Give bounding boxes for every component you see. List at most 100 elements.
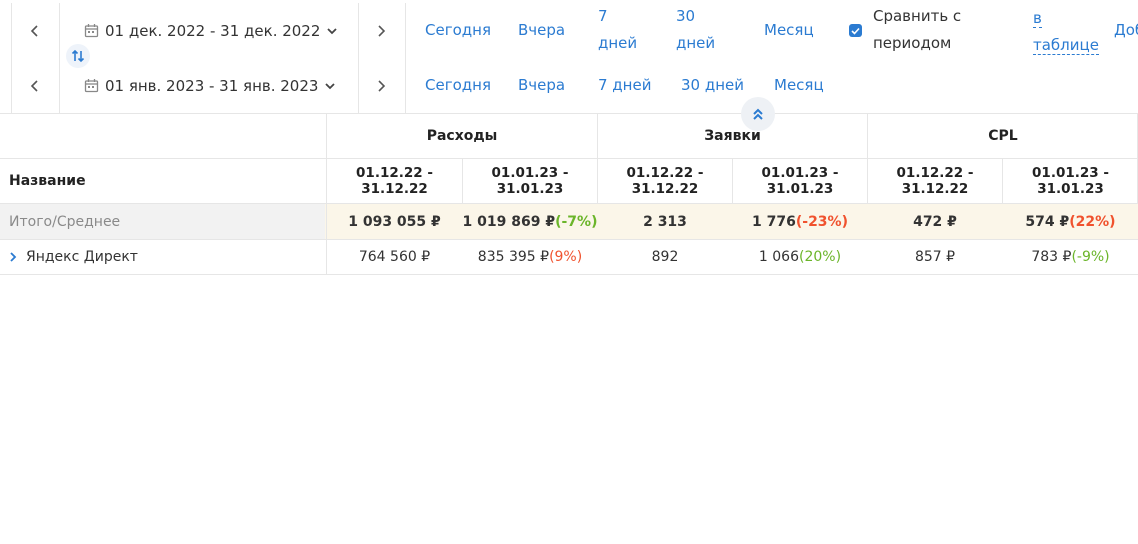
double-chevron-up-icon: [753, 108, 763, 120]
cell-delta: (20%): [799, 249, 842, 265]
quick-yesterday-link-2[interactable]: Вчера: [518, 72, 565, 99]
chevron-right-icon: [378, 79, 386, 92]
row-name[interactable]: Яндекс Директ: [0, 240, 325, 274]
period-line1: 01.01.23 -: [491, 165, 569, 181]
quick-month-link[interactable]: Месяц: [764, 17, 814, 44]
period-line2: 31.12.22: [631, 181, 699, 197]
next-period-button[interactable]: [358, 3, 404, 58]
period-header-cpl-1[interactable]: 01.12.22 -31.12.22: [868, 159, 1002, 203]
quick-yesterday-link[interactable]: Вчера: [518, 17, 565, 44]
period-line2: 31.01.23: [766, 181, 834, 197]
group-header-expenses[interactable]: Расходы: [327, 113, 597, 158]
next-period-button-2[interactable]: [358, 58, 404, 113]
period-header-leads-2[interactable]: 01.01.23 -31.01.23: [733, 159, 867, 203]
chevron-right-icon: [378, 24, 386, 37]
cell-delta: (22%): [1069, 213, 1116, 230]
in-table-line2: таблице: [1033, 32, 1099, 59]
period-header-expenses-1[interactable]: 01.12.22 -31.12.22: [327, 159, 462, 203]
period-line1: 01.12.22 -: [626, 165, 704, 181]
cell-value: 2 313: [643, 213, 687, 230]
total-cell: 574 ₽ (22%): [1003, 204, 1138, 239]
period-line2: 31.01.23: [496, 181, 564, 197]
total-cell: 1 019 869 ₽ (-7%): [462, 204, 598, 239]
cell-value: 857 ₽: [914, 249, 956, 265]
prev-period-button[interactable]: [12, 3, 58, 58]
collapse-filters-button[interactable]: [741, 97, 775, 131]
date-range-text-2: 01 янв. 2023 - 31 янв. 2023: [105, 76, 319, 95]
quick-30days-link-2[interactable]: 30 дней: [681, 72, 744, 99]
table-row: Яндекс Директ 764 560 ₽ 835 395 ₽ (9%) 89…: [0, 240, 1138, 274]
in-table-line1-text: в: [1033, 9, 1042, 28]
name-column-header[interactable]: Название: [9, 159, 209, 203]
divider: [326, 113, 327, 274]
quick-30days-link[interactable]: 30 дней: [676, 3, 715, 57]
add-link[interactable]: Доб: [1114, 17, 1138, 44]
cell-delta: (9%): [549, 249, 583, 265]
cell-value: 1 019 869 ₽: [462, 213, 556, 230]
data-cell: 1 066 (20%): [733, 240, 867, 274]
data-cell: 764 560 ₽: [327, 240, 462, 274]
cell-value: 1 093 055 ₽: [348, 213, 441, 230]
cell-value: 1 066: [758, 249, 800, 265]
cell-value: 892: [651, 249, 679, 265]
quick-month-link-2[interactable]: Месяц: [774, 72, 824, 99]
total-row-name: Итого/Среднее: [0, 204, 325, 239]
period-line1: 01.12.22 -: [356, 165, 433, 181]
date-range-picker[interactable]: 01 дек. 2022 - 31 дек. 2022: [84, 3, 344, 58]
total-row: Итого/Среднее 1 093 055 ₽ 1 019 869 ₽ (-7…: [0, 204, 1138, 239]
divider: [597, 113, 598, 203]
compare-checkbox[interactable]: [849, 24, 862, 37]
cell-value: 1 776: [752, 213, 796, 230]
date-range-text: 01 дек. 2022 - 31 дек. 2022: [105, 21, 321, 40]
table-group-header: Расходы Заявки CPL: [0, 113, 1138, 158]
quick-today-link[interactable]: Сегодня: [425, 17, 491, 44]
divider: [0, 274, 1138, 275]
quick-30days-line2: дней: [676, 34, 716, 52]
total-cell: 1 776 (-23%): [733, 204, 867, 239]
compare-label[interactable]: Сравнить с периодом: [873, 3, 961, 57]
chevron-down-icon: [325, 82, 336, 89]
group-header-cpl[interactable]: CPL: [868, 113, 1138, 158]
in-table-dropdown[interactable]: в таблице: [1033, 5, 1099, 59]
chevron-right-icon[interactable]: [8, 251, 18, 263]
date-range-picker-2[interactable]: 01 янв. 2023 - 31 янв. 2023: [84, 58, 342, 113]
total-cell: 1 093 055 ₽: [327, 204, 462, 239]
divider: [405, 3, 406, 58]
divider: [732, 159, 733, 203]
cell-value: 783 ₽: [1031, 249, 1072, 265]
total-cell: 2 313: [598, 204, 732, 239]
divider: [1002, 159, 1003, 203]
period-selector-compare: 01 янв. 2023 - 31 янв. 2023 Сегодня Вчер…: [0, 58, 1138, 114]
divider: [867, 113, 868, 203]
total-cell: 472 ₽: [868, 204, 1002, 239]
period-selector-primary: 01 дек. 2022 - 31 дек. 2022 Сегодня Вчер…: [0, 3, 1138, 59]
cell-delta: (-23%): [795, 213, 848, 230]
compare-label-line1: Сравнить с: [873, 7, 962, 25]
cell-delta: (-7%): [555, 213, 598, 230]
data-cell: 857 ₽: [868, 240, 1002, 274]
period-header-expenses-2[interactable]: 01.01.23 -31.01.23: [463, 159, 597, 203]
chevron-left-icon: [30, 24, 38, 37]
cell-value: 472 ₽: [913, 213, 957, 230]
prev-period-button-2[interactable]: [12, 58, 58, 113]
period-line2: 31.12.22: [901, 181, 969, 197]
cell-delta: (-9%): [1071, 249, 1110, 265]
period-header-leads-1[interactable]: 01.12.22 -31.12.22: [598, 159, 732, 203]
data-cell: 892: [598, 240, 732, 274]
quick-today-link-2[interactable]: Сегодня: [425, 72, 491, 99]
quick-7days-link-2[interactable]: 7 дней: [598, 72, 651, 99]
cell-value: 764 560 ₽: [358, 249, 431, 265]
quick-7days-link[interactable]: 7 дней: [598, 3, 637, 57]
data-cell: 835 395 ₽ (9%): [463, 240, 597, 274]
in-table-line1: в: [1033, 5, 1099, 32]
period-header-cpl-2[interactable]: 01.01.23 -31.01.23: [1003, 159, 1138, 203]
data-cell: 783 ₽ (-9%): [1003, 240, 1138, 274]
divider: [59, 3, 60, 58]
swap-periods-button[interactable]: [66, 44, 90, 68]
divider: [462, 159, 463, 203]
chevron-down-icon: [327, 27, 338, 34]
period-line1: 01.01.23 -: [1032, 165, 1109, 181]
divider: [405, 58, 406, 113]
group-header-leads[interactable]: Заявки: [598, 113, 867, 158]
in-table-line2-text: таблице: [1033, 36, 1099, 55]
